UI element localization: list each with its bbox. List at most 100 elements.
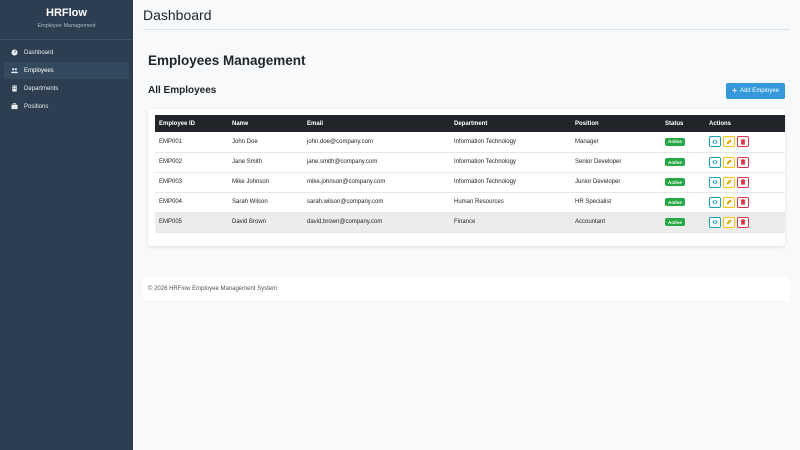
section-header: All Employees + Add Employee: [148, 82, 785, 99]
plus-icon: +: [732, 85, 737, 95]
page-title: Employees Management: [148, 53, 306, 68]
cell-actions: [705, 152, 785, 172]
cell-email: david.brown@company.com: [307, 219, 383, 225]
pencil-icon: [726, 199, 732, 205]
table-row: EMP003 Mike Johnson mike.johnson@company.c…: [155, 172, 785, 192]
sidebar-item-positions[interactable]: Positions: [4, 98, 129, 115]
brand-subtitle: Employee Management: [37, 23, 96, 29]
delete-button[interactable]: [737, 156, 749, 168]
trash-icon: [740, 179, 746, 185]
view-button[interactable]: [709, 176, 721, 188]
cell-position: Manager: [575, 138, 599, 145]
delete-button[interactable]: [737, 216, 749, 228]
footer: © 2026 HRFlow Employee Management System: [143, 277, 790, 300]
edit-button[interactable]: [723, 176, 735, 188]
sidebar-item-employees[interactable]: Employees: [4, 62, 129, 79]
eye-icon: [712, 139, 718, 145]
table-row: EMP005 David Brown david.brown@company.com…: [155, 212, 785, 232]
row-actions: [709, 136, 785, 148]
delete-button[interactable]: [737, 136, 749, 148]
pencil-icon: [726, 159, 732, 165]
view-button[interactable]: [709, 156, 721, 168]
table-header-row: Employee ID Name Email Department Positi…: [155, 115, 785, 132]
table-row: EMP001 John Doe john.doe@company.com Inform…: [155, 132, 785, 152]
section-title: All Employees: [148, 85, 217, 96]
footer-text: © 2026 HRFlow Employee Management System: [148, 285, 278, 292]
cell-actions: [705, 132, 785, 152]
column-header: Employee ID: [159, 120, 196, 127]
cell-email: john.doe@company.com: [307, 138, 374, 145]
cell-department: Finance: [454, 219, 476, 225]
cell-department: Information Technology: [454, 159, 516, 165]
cell-status: Active: [661, 172, 705, 192]
add-employee-button[interactable]: + Add Employee: [726, 82, 785, 99]
topbar-title: Dashboard: [143, 6, 212, 23]
cell-position: HR Specialist: [575, 199, 612, 205]
cell-id: EMP002: [159, 159, 183, 165]
pencil-icon: [726, 219, 732, 225]
cell-position: Senior Developer: [575, 159, 622, 165]
sidebar-item-dashboard[interactable]: Dashboard: [4, 44, 129, 61]
status-badge: Active: [665, 158, 685, 166]
view-button[interactable]: [709, 216, 721, 228]
status-badge: Active: [665, 218, 685, 226]
cell-status: Active: [661, 212, 705, 232]
cell-id: EMP003: [159, 179, 183, 185]
cell-actions: [705, 212, 785, 232]
view-button[interactable]: [709, 136, 721, 148]
sidebar-item-label: Dashboard: [24, 49, 54, 56]
column-header: Name: [232, 120, 249, 127]
cell-email: mike.johnson@company.com: [307, 179, 386, 185]
row-actions: [709, 156, 785, 168]
status-badge: Active: [665, 137, 685, 146]
building-icon: [10, 85, 18, 93]
cell-department: Information Technology: [454, 138, 516, 145]
trash-icon: [740, 159, 746, 165]
dashboard-icon: [10, 49, 18, 57]
edit-button[interactable]: [723, 156, 735, 168]
table-row: EMP004 Sarah Wilson sarah.wilson@company.c…: [155, 192, 785, 212]
cell-status: Active: [661, 152, 705, 172]
topbar: Dashboard: [143, 0, 790, 30]
add-employee-label: Add Employee: [739, 87, 779, 94]
cell-status: Active: [661, 192, 705, 212]
brand-title: HRFlow: [46, 7, 87, 19]
cell-name: David Brown: [232, 219, 267, 225]
cell-position: Accountant: [575, 219, 606, 225]
cell-department: Human Resources: [454, 199, 504, 205]
pencil-icon: [726, 139, 732, 145]
row-actions: [709, 176, 785, 188]
eye-icon: [712, 219, 718, 225]
view-button[interactable]: [709, 196, 721, 208]
edit-button[interactable]: [723, 136, 735, 148]
column-header: Actions: [709, 120, 732, 127]
cell-name: Mike Johnson: [232, 179, 270, 185]
briefcase-icon: [10, 103, 18, 111]
edit-button[interactable]: [723, 196, 735, 208]
delete-button[interactable]: [737, 196, 749, 208]
edit-button[interactable]: [723, 216, 735, 228]
eye-icon: [712, 199, 718, 205]
column-header: Position: [575, 120, 599, 127]
pencil-icon: [726, 179, 732, 185]
sidebar: HRFlow Employee Management Dashboard Emp…: [0, 0, 133, 450]
cell-department: Information Technology: [454, 179, 516, 185]
column-header: Email: [307, 120, 324, 127]
status-badge: Active: [665, 178, 685, 186]
eye-icon: [712, 159, 718, 165]
trash-icon: [740, 219, 746, 225]
eye-icon: [712, 179, 718, 185]
cell-actions: [705, 172, 785, 192]
delete-button[interactable]: [737, 176, 749, 188]
sidebar-item-label: Employees: [24, 67, 54, 74]
cell-id: EMP005: [159, 219, 183, 225]
cell-position: Junior Developer: [575, 179, 621, 185]
sidebar-item-departments[interactable]: Departments: [4, 80, 129, 97]
cell-name: Sarah Wilson: [232, 199, 268, 205]
cell-id: EMP001: [159, 138, 183, 145]
row-actions: [709, 216, 785, 228]
sidebar-nav: Dashboard Employees Departments Position…: [0, 44, 133, 115]
trash-icon: [740, 138, 746, 145]
table-row: EMP002 Jane Smith jane.smith@company.com In…: [155, 152, 785, 172]
column-header: Department: [454, 120, 488, 127]
